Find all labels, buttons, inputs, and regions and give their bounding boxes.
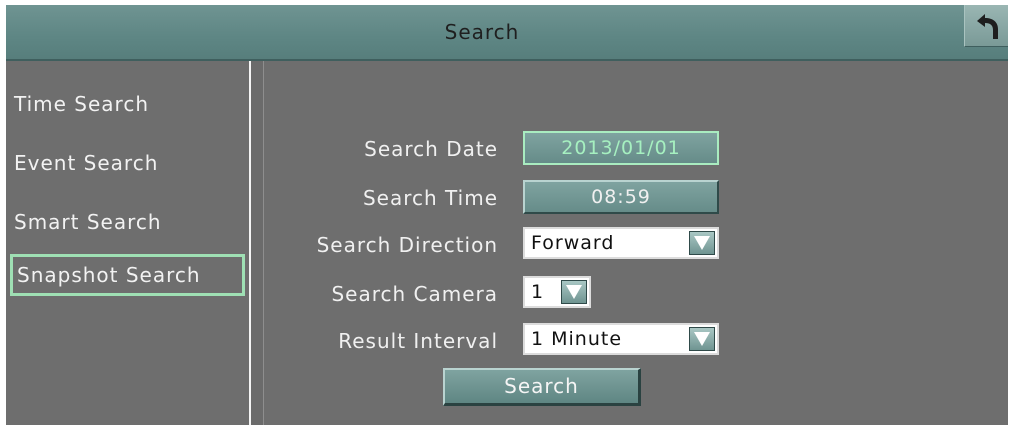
back-arrow-icon: [977, 14, 998, 39]
search-date-field[interactable]: 2013/01/01: [523, 131, 719, 165]
dropdown-arrow-icon[interactable]: [561, 280, 587, 304]
search-camera-select[interactable]: 1: [523, 276, 591, 308]
search-camera-label: Search Camera: [331, 282, 498, 306]
search-time-field[interactable]: 08:59: [523, 180, 719, 214]
back-button[interactable]: [964, 5, 1008, 47]
search-time-label: Search Time: [362, 186, 498, 210]
dropdown-arrow-icon[interactable]: [689, 327, 715, 351]
sidebar: Time Search Event Search Smart Search Sn…: [6, 61, 251, 425]
search-direction-value: Forward: [531, 232, 615, 254]
sidebar-item-snapshot-search[interactable]: Snapshot Search: [10, 254, 245, 296]
sidebar-item-time-search[interactable]: Time Search: [6, 83, 245, 125]
sidebar-item-event-search[interactable]: Event Search: [6, 142, 245, 184]
sidebar-item-smart-search[interactable]: Smart Search: [6, 201, 245, 243]
search-camera-value: 1: [531, 281, 545, 303]
result-interval-select[interactable]: 1 Minute: [523, 323, 719, 355]
result-interval-label: Result Interval: [338, 329, 498, 353]
search-date-label: Search Date: [364, 137, 498, 161]
search-button[interactable]: Search: [443, 368, 641, 406]
dropdown-arrow-icon[interactable]: [689, 231, 715, 255]
search-direction-label: Search Direction: [316, 233, 498, 257]
window-title: Search: [444, 20, 520, 44]
search-direction-select[interactable]: Forward: [523, 227, 719, 259]
search-form-panel: Search Date 2013/01/01 Search Time 08:59…: [263, 61, 1008, 425]
result-interval-value: 1 Minute: [531, 328, 623, 350]
title-bar: Search: [6, 5, 1008, 61]
